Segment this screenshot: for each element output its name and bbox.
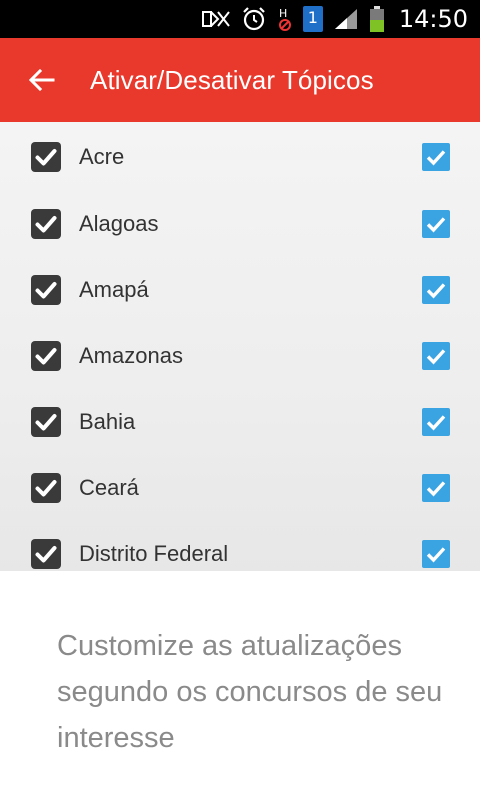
check-icon xyxy=(426,217,446,233)
topic-toggle-checkbox[interactable] xyxy=(422,210,450,238)
topic-checkbox[interactable] xyxy=(31,341,61,371)
sim-number: 1 xyxy=(307,8,318,27)
back-button[interactable] xyxy=(14,38,70,122)
topic-label: Ceará xyxy=(79,475,139,500)
topic-toggle-checkbox[interactable] xyxy=(422,342,450,370)
battery-icon xyxy=(369,6,384,32)
topic-label: Amapá xyxy=(79,277,149,302)
topic-toggle-checkbox[interactable] xyxy=(422,276,450,304)
topic-row[interactable]: Amapá xyxy=(0,257,480,323)
check-icon xyxy=(35,480,57,497)
sim-icon: 1 xyxy=(302,6,323,32)
check-icon xyxy=(35,148,57,165)
topic-row[interactable]: Ceará xyxy=(0,455,480,521)
check-icon xyxy=(35,348,57,365)
info-panel: Customize as atualizações segundo os con… xyxy=(0,571,480,800)
topic-label: Acre xyxy=(79,143,125,169)
check-icon xyxy=(426,547,446,563)
hd-disabled-icon: H xyxy=(278,7,291,31)
check-icon xyxy=(426,415,446,431)
topic-toggle-checkbox[interactable] xyxy=(422,408,450,436)
topic-checkbox[interactable] xyxy=(31,275,61,305)
topic-label: Distrito Federal xyxy=(79,541,229,566)
alarm-icon xyxy=(243,7,265,31)
topic-label: Bahia xyxy=(79,409,136,434)
toolbar-title: Ativar/Desativar Tópicos xyxy=(90,64,374,95)
topic-checkbox[interactable] xyxy=(31,141,61,172)
toolbar: Ativar/Desativar Tópicos xyxy=(0,38,480,122)
topic-label: Amazonas xyxy=(79,343,183,368)
topic-checkbox[interactable] xyxy=(31,473,61,503)
topic-label: Alagoas xyxy=(79,211,159,236)
status-time: 14:50 xyxy=(398,5,468,33)
svg-text:H: H xyxy=(279,7,287,20)
topic-checkbox[interactable] xyxy=(31,209,61,239)
arrow-left-icon xyxy=(29,69,55,91)
check-icon xyxy=(426,481,446,497)
topic-row[interactable]: Acre xyxy=(0,122,480,191)
topic-row[interactable]: Alagoas xyxy=(0,191,480,257)
topic-row[interactable]: Distrito Federal xyxy=(0,521,480,571)
topic-row[interactable]: Bahia xyxy=(0,389,480,455)
topic-toggle-checkbox[interactable] xyxy=(422,474,450,502)
check-icon xyxy=(35,546,57,563)
check-icon xyxy=(426,283,446,299)
status-bar: H 1 14:50 xyxy=(0,0,480,38)
topic-checkbox[interactable] xyxy=(31,407,61,437)
status-icons: H 1 14:50 xyxy=(201,0,468,38)
topic-toggle-checkbox[interactable] xyxy=(422,540,450,568)
check-icon xyxy=(35,414,57,431)
topic-row[interactable]: Amazonas xyxy=(0,323,480,389)
check-icon xyxy=(35,216,57,233)
signal-icon xyxy=(334,9,357,29)
check-icon xyxy=(35,282,57,299)
check-icon xyxy=(426,349,446,365)
topic-toggle-checkbox[interactable] xyxy=(422,142,450,171)
check-icon xyxy=(426,149,446,165)
topic-list: Acre Alagoas Amapá Amazonas Bahia Ceará … xyxy=(0,122,480,571)
topic-checkbox[interactable] xyxy=(31,539,61,569)
info-text: Customize as atualizações segundo os con… xyxy=(57,630,443,754)
mute-icon xyxy=(201,11,230,27)
